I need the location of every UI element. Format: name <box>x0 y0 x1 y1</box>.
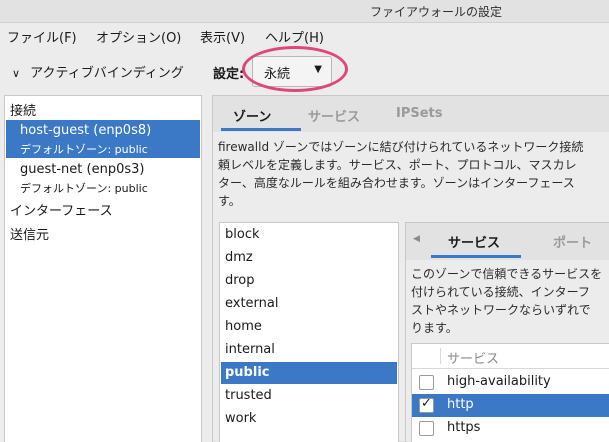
zone-label: block <box>225 227 260 242</box>
connection-zone: デフォルトゾーン: public <box>20 143 148 156</box>
connection-guest-net[interactable]: guest-net (enp0s3) デフォルトゾーン: public <box>6 159 200 197</box>
connection-zone: デフォルトゾーン: public <box>20 182 148 195</box>
zone-item-work[interactable]: work <box>221 408 397 430</box>
dropdown-arrow-icon: ▼ <box>314 64 322 75</box>
interfaces-heading[interactable]: インターフェース <box>10 200 113 219</box>
service-row-http[interactable]: ✓ http <box>412 394 609 417</box>
service-checkbox[interactable] <box>419 375 434 390</box>
service-checkbox[interactable] <box>419 421 434 436</box>
zones-description: firewalld ゾーンではゾーンに結び付けられているネットワーク接続 頼レベ… <box>218 138 609 212</box>
column-separator <box>440 348 441 364</box>
active-tab-indicator <box>221 128 301 131</box>
title-bar: ファイアウォールの設定 <box>0 0 609 23</box>
service-name: http <box>447 397 474 412</box>
connection-host-guest[interactable]: host-guest (enp0s8) デフォルトゾーン: public <box>6 120 200 158</box>
zone-label: external <box>225 296 279 311</box>
description-line: このゾーンで信頼できるサービスを <box>411 267 603 281</box>
zone-item-block[interactable]: block <box>221 224 397 246</box>
services-table-header: サービス <box>412 344 609 369</box>
zone-label: internal <box>225 342 275 357</box>
zone-label: dmz <box>225 250 253 265</box>
checkmark-icon: ✓ <box>421 396 432 411</box>
description-line: ストやネットワークならいずれで <box>411 303 591 317</box>
active-bindings-label: アクティブバインディング <box>30 66 184 81</box>
description-line: ります。 <box>411 321 458 335</box>
service-row-high-availability[interactable]: high-availability <box>412 371 609 394</box>
menu-view[interactable]: 表示(V) <box>200 27 245 46</box>
service-checkbox[interactable]: ✓ <box>419 396 434 413</box>
zone-item-home[interactable]: home <box>221 316 397 338</box>
tab-zones[interactable]: ゾーン <box>233 106 271 125</box>
config-label: 設定: <box>213 67 245 82</box>
description-line: 頼レベルを定義します。サービス、ポート、プロトコル、マスカレ <box>218 158 577 172</box>
description-line: 付けられている接続、インターフ <box>411 285 590 299</box>
zone-label: work <box>225 411 257 426</box>
menu-options[interactable]: オプション(O) <box>96 27 181 46</box>
chevron-down-icon: ∨ <box>12 67 21 80</box>
active-bindings-toggle[interactable]: ∨ アクティブバインディング <box>12 62 184 81</box>
zone-item-external[interactable]: external <box>221 293 397 315</box>
menu-help[interactable]: ヘルプ(H) <box>265 27 324 46</box>
connection-name: guest-net (enp0s3) <box>20 162 145 177</box>
tab-ipsets[interactable]: IPSets <box>396 106 443 121</box>
active-subtab-indicator <box>431 255 521 258</box>
zone-item-public[interactable]: public <box>221 362 397 384</box>
services-table: サービス high-availability ✓ http https <box>411 343 609 442</box>
bindings-list: 接続 host-guest (enp0s8) デフォルトゾーン: public … <box>4 95 202 442</box>
service-name: https <box>447 420 481 435</box>
zone-label: public <box>225 365 270 380</box>
zone-item-internal[interactable]: internal <box>221 339 397 361</box>
connection-name: host-guest (enp0s8) <box>20 123 152 138</box>
description-line: す。 <box>218 194 241 208</box>
zone-label: trusted <box>225 388 272 403</box>
connections-heading[interactable]: 接続 <box>10 100 36 119</box>
description-line: firewalld ゾーンではゾーンに結び付けられているネットワーク接続 <box>218 140 584 154</box>
menu-file[interactable]: ファイル(F) <box>7 27 77 46</box>
sources-heading[interactable]: 送信元 <box>10 224 49 243</box>
tab-services[interactable]: サービス <box>308 106 360 125</box>
menu-bar: ファイル(F) オプション(O) 表示(V) ヘルプ(H) <box>0 23 609 47</box>
services-description: このゾーンで信頼できるサービスを 付けられている接続、インターフ ストやネットワ… <box>411 265 609 337</box>
zone-label: drop <box>225 273 255 288</box>
scroll-left-icon[interactable]: ◀ <box>413 234 420 244</box>
subtab-ports[interactable]: ポート <box>553 232 592 251</box>
services-column-header[interactable]: サービス <box>447 348 499 367</box>
description-line: ター、高度なルールを組み合わせます。ゾーンはインターフェース <box>218 176 575 190</box>
config-dropdown[interactable]: 永続 ▼ <box>252 56 332 87</box>
zone-list: block dmz drop external home internal pu… <box>219 222 399 442</box>
subtab-services[interactable]: サービス <box>448 232 500 251</box>
service-name: high-availability <box>447 374 551 389</box>
zone-label: home <box>225 319 262 334</box>
zone-item-drop[interactable]: drop <box>221 270 397 292</box>
zone-item-trusted[interactable]: trusted <box>221 385 397 407</box>
zone-item-dmz[interactable]: dmz <box>221 247 397 269</box>
window-title: ファイアウォールの設定 <box>370 5 503 19</box>
config-value: 永続 <box>264 67 291 82</box>
service-row-https[interactable]: https <box>412 417 609 440</box>
